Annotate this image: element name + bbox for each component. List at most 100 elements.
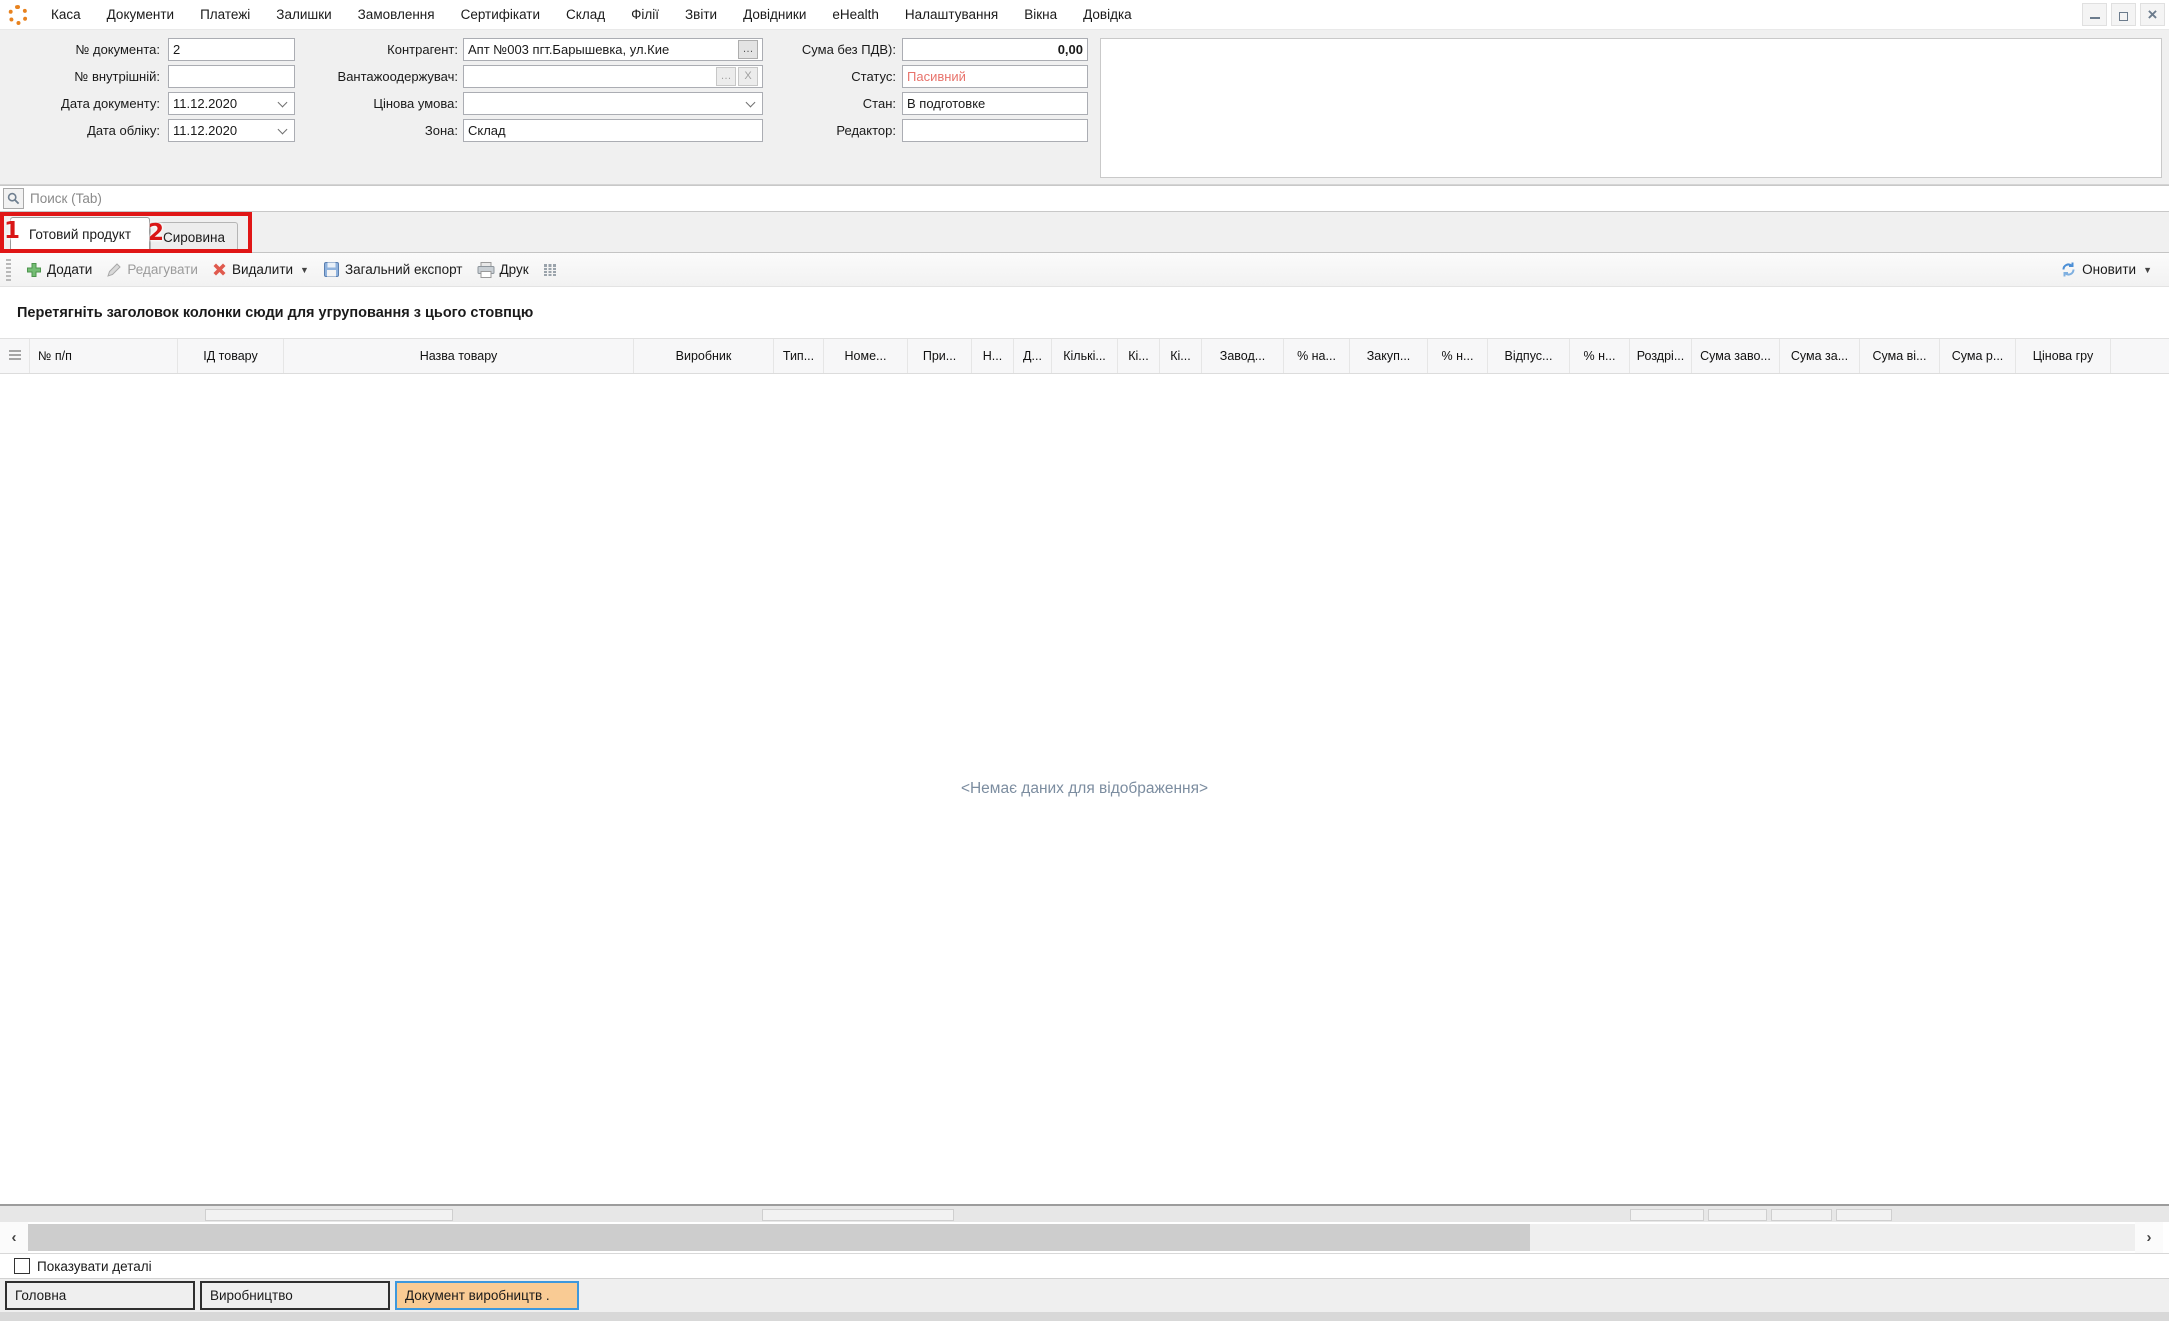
accounting-date-label: Дата обліку: (8, 119, 160, 142)
grid-body[interactable]: <Немає даних для відображення> (0, 374, 2169, 1204)
menu-item[interactable]: Філії (618, 0, 672, 29)
summary-cell (762, 1209, 954, 1221)
column-header[interactable]: Сума заво... (1692, 339, 1780, 373)
scrollbar-thumb[interactable] (28, 1224, 1530, 1251)
price-condition-label: Цінова умова: (290, 92, 458, 115)
accounting-date-combo[interactable]: 11.12.2020 (168, 119, 295, 142)
doc-date-combo[interactable]: 11.12.2020 (168, 92, 295, 115)
row-indicator-header (0, 339, 30, 373)
column-header[interactable]: Тип... (774, 339, 824, 373)
add-button[interactable]: Додати (19, 256, 99, 284)
sum-without-vat-label: Сума без ПДВ): (770, 38, 896, 61)
state-label: Стан: (770, 92, 896, 115)
column-header[interactable]: Закуп... (1350, 339, 1428, 373)
details-row: Показувати деталі (0, 1253, 2169, 1278)
menu-item[interactable]: eHealth (819, 0, 892, 29)
menu-item[interactable]: Склад (553, 0, 618, 29)
tab-raw-material[interactable]: Сировина (150, 222, 238, 253)
scrollbar-track[interactable] (28, 1224, 2140, 1251)
menu-item[interactable]: Платежі (187, 0, 263, 29)
column-header[interactable]: Завод... (1202, 339, 1284, 373)
group-by-panel[interactable]: Перетягніть заголовок колонки сюди для у… (0, 287, 2169, 338)
menu-item[interactable]: Сертифікати (448, 0, 553, 29)
column-header[interactable]: Роздрі... (1630, 339, 1692, 373)
sum-without-vat-field[interactable]: 0,00 (902, 38, 1088, 61)
internal-number-label: № внутрішній: (8, 65, 160, 88)
menu-item[interactable]: Документи (94, 0, 187, 29)
column-header[interactable]: Відпус... (1488, 339, 1570, 373)
menu-item[interactable]: Налаштування (892, 0, 1011, 29)
close-button[interactable]: × (2140, 3, 2165, 26)
internal-number-field[interactable] (168, 65, 295, 88)
refresh-icon (2060, 261, 2077, 278)
column-header[interactable]: ІД товару (178, 339, 284, 373)
column-header[interactable]: № п/п (30, 339, 178, 373)
taskbar-tab-main[interactable]: Головна (5, 1281, 195, 1310)
taskbar-tab-production[interactable]: Виробництво (200, 1281, 390, 1310)
column-header[interactable]: Сума за... (1780, 339, 1860, 373)
search-icon[interactable] (3, 188, 24, 209)
column-header[interactable]: При... (908, 339, 972, 373)
column-header[interactable]: % на... (1284, 339, 1350, 373)
menu-item[interactable]: Каса (38, 0, 94, 29)
scroll-left-button[interactable]: ‹ (0, 1222, 28, 1253)
column-header[interactable]: Кількі... (1052, 339, 1118, 373)
column-header[interactable]: Номе... (824, 339, 908, 373)
column-header[interactable]: % н... (1570, 339, 1630, 373)
menu-item[interactable]: Замовлення (345, 0, 448, 29)
column-header[interactable]: Сума р... (1940, 339, 2016, 373)
contractor-field[interactable]: Апт №003 пгт.Барышевка, ул.Кие … (463, 38, 763, 61)
column-header[interactable]: Кі... (1118, 339, 1160, 373)
print-button[interactable]: Друк (470, 256, 536, 284)
column-header[interactable]: Цінова гру (2016, 339, 2111, 373)
minimize-button[interactable] (2082, 3, 2107, 26)
consignee-clear-button[interactable]: X (738, 67, 758, 86)
column-header[interactable]: Виробник (634, 339, 774, 373)
close-icon: × (2148, 6, 2158, 23)
summary-cell (1771, 1209, 1832, 1221)
menu-item[interactable]: Довідка (1070, 0, 1145, 29)
zone-field[interactable]: Склад (463, 119, 763, 142)
menu-item[interactable]: Звіти (672, 0, 730, 29)
search-input[interactable] (24, 186, 2169, 211)
column-chooser-button[interactable] (536, 256, 564, 284)
column-header[interactable]: Назва товару (284, 339, 634, 373)
column-header[interactable]: % н... (1428, 339, 1488, 373)
export-button[interactable]: Загальний експорт (316, 256, 470, 284)
show-details-checkbox[interactable] (14, 1258, 30, 1274)
tab-finished-product[interactable]: Готовий продукт (10, 217, 150, 253)
restore-button[interactable] (2111, 3, 2136, 26)
column-header[interactable]: Д... (1014, 339, 1052, 373)
product-tabs: Готовий продукт Сировина 1 2 (0, 212, 2169, 253)
editor-label: Редактор: (770, 119, 896, 142)
chevron-down-icon (278, 124, 288, 134)
edit-button[interactable]: Редагувати (99, 256, 205, 284)
price-condition-combo[interactable] (463, 92, 763, 115)
consignee-field[interactable]: … X (463, 65, 763, 88)
menu-item[interactable]: Залишки (263, 0, 344, 29)
refresh-button[interactable]: Оновити▼ (2053, 256, 2159, 284)
column-header[interactable]: Сума ві... (1860, 339, 1940, 373)
red-cross-icon (212, 262, 227, 277)
grid-toolbar: Додати Редагувати Видалити▼ Загальний ек… (0, 253, 2169, 287)
toolbar-drag-handle[interactable] (6, 259, 11, 281)
consignee-lookup-button[interactable]: … (716, 67, 736, 86)
column-header[interactable]: Н... (972, 339, 1014, 373)
dropdown-caret-icon: ▼ (2143, 265, 2152, 275)
doc-number-field[interactable]: 2 (168, 38, 295, 61)
taskbar-tab-production-document[interactable]: Документ виробництв . (395, 1281, 579, 1310)
column-header[interactable]: Кі... (1160, 339, 1202, 373)
delete-button[interactable]: Видалити▼ (205, 256, 316, 284)
notes-panel[interactable] (1100, 38, 2162, 178)
menu-item[interactable]: Вікна (1011, 0, 1070, 29)
doc-number-label: № документа: (8, 38, 160, 61)
dropdown-caret-icon: ▼ (300, 265, 309, 275)
menu-item[interactable]: Довідники (730, 0, 819, 29)
scroll-right-button[interactable]: › (2135, 1222, 2163, 1253)
menu-bar: КасаДокументиПлатежіЗалишкиЗамовленняСер… (0, 0, 2169, 30)
empty-state-text: <Немає даних для відображення> (961, 780, 1208, 798)
editor-field (902, 119, 1088, 142)
chevron-down-icon (278, 97, 288, 107)
grid-summary-strip (0, 1204, 2169, 1222)
contractor-lookup-button[interactable]: … (738, 40, 758, 59)
